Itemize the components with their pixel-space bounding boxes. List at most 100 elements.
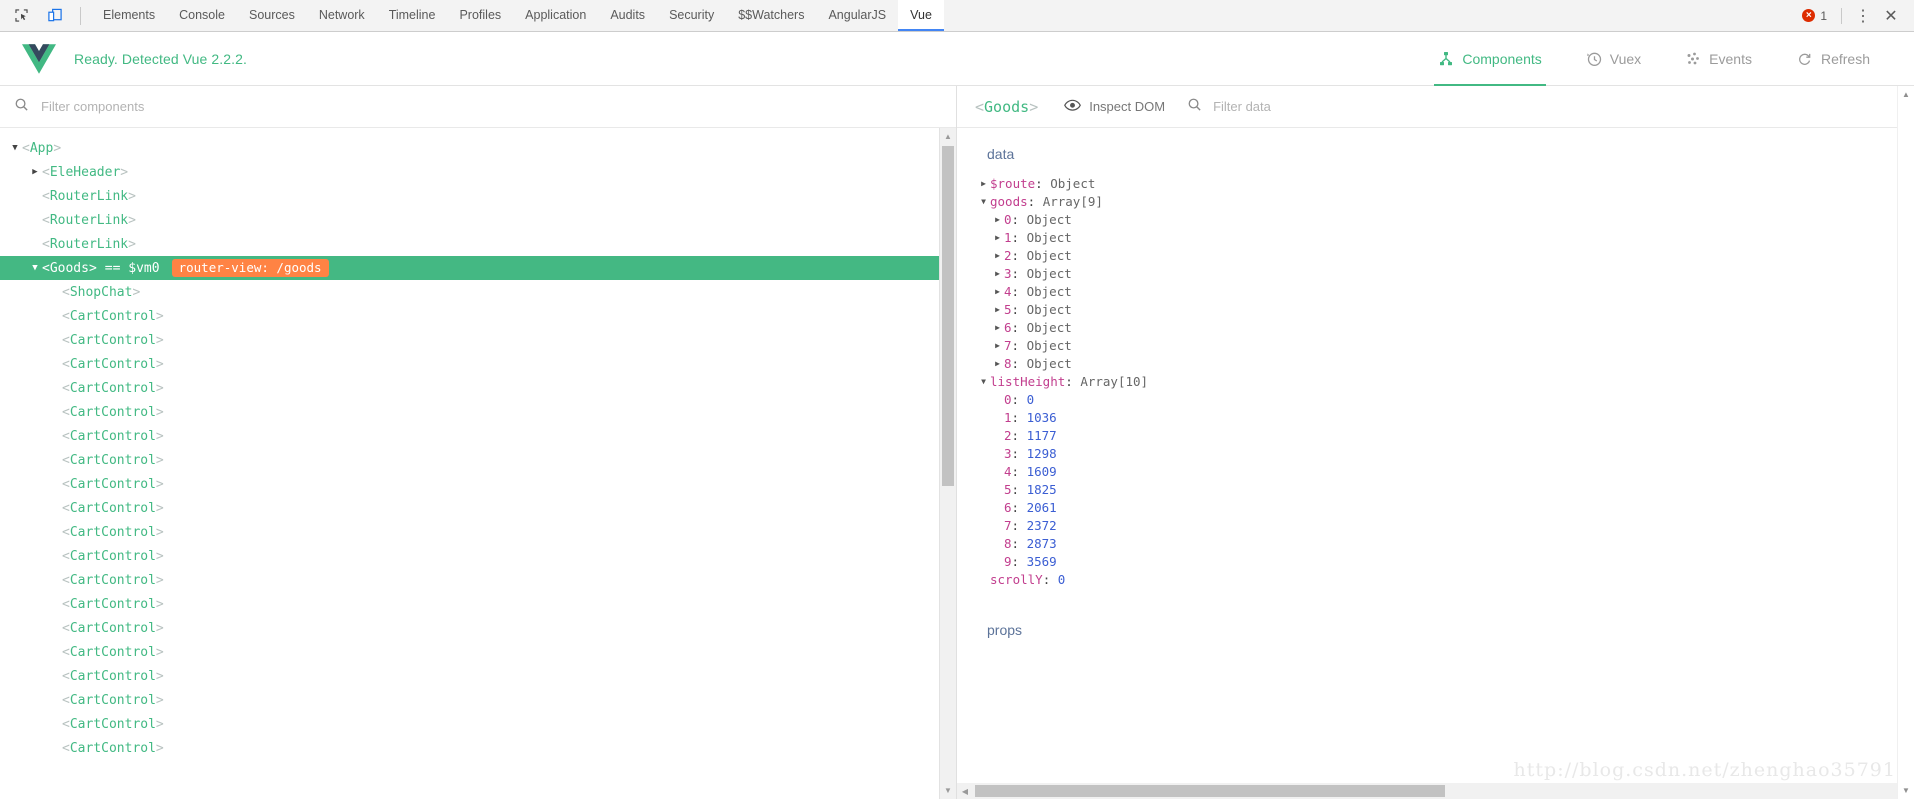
- chevron-right-icon[interactable]: ▶: [991, 305, 1004, 314]
- chevron-down-icon[interactable]: ▼: [977, 377, 990, 386]
- inspector-body[interactable]: data ▶ $route: Object ▼ goods: Array[9] ▶ 0: …: [957, 128, 1914, 799]
- tab-profiles[interactable]: Profiles: [447, 0, 513, 31]
- tab-application[interactable]: Application: [513, 0, 598, 31]
- data-row-1[interactable]: ▶1: 1036: [975, 408, 1914, 426]
- vue-nav-events[interactable]: Events: [1663, 32, 1774, 86]
- chevron-right-icon[interactable]: ▶: [991, 323, 1004, 332]
- tree-row-app[interactable]: ▼ <App>: [0, 136, 956, 160]
- inspect-dom-button[interactable]: Inspect DOM: [1064, 99, 1165, 115]
- inspector-hscrollbar-thumb[interactable]: [975, 785, 1445, 797]
- tree-row-routerlink[interactable]: ▶<RouterLink>: [0, 232, 956, 256]
- data-row-6[interactable]: ▶ 6: Object: [975, 318, 1914, 336]
- data-row-3[interactable]: ▶ 3: Object: [975, 264, 1914, 282]
- inspector-horizontal-scrollbar[interactable]: ◀: [957, 783, 1897, 799]
- data-row-0[interactable]: ▶ 0: Object: [975, 210, 1914, 228]
- tree-row-cartcontrol[interactable]: ▶<CartControl>: [0, 304, 956, 328]
- tree-row-cartcontrol[interactable]: ▶<CartControl>: [0, 400, 956, 424]
- data-row-4[interactable]: ▶4: 1609: [975, 462, 1914, 480]
- data-row-5[interactable]: ▶ 5: Object: [975, 300, 1914, 318]
- tree-row-cartcontrol[interactable]: ▶<CartControl>: [0, 472, 956, 496]
- vue-nav-components[interactable]: Components: [1416, 32, 1563, 86]
- tree-row-goods[interactable]: ▼ <Goods> == $vm0 router-view: /goods: [0, 256, 956, 280]
- chevron-right-icon[interactable]: ▶: [991, 359, 1004, 368]
- filter-components-input[interactable]: [41, 99, 942, 114]
- tab-audits[interactable]: Audits: [598, 0, 657, 31]
- device-toolbar-icon[interactable]: [42, 4, 68, 28]
- tree-row-cartcontrol[interactable]: ▶<CartControl>: [0, 592, 956, 616]
- error-count-badge[interactable]: × 1: [1796, 9, 1833, 23]
- chevron-down-icon[interactable]: ▼: [8, 143, 22, 153]
- tree-row-eleheader[interactable]: ▶ <EleHeader>: [0, 160, 956, 184]
- data-row-route[interactable]: ▶ $route: Object: [975, 174, 1914, 192]
- chevron-down-icon[interactable]: ▼: [977, 197, 990, 206]
- tree-row-routerlink[interactable]: ▶<RouterLink>: [0, 184, 956, 208]
- data-row-8[interactable]: ▶8: 2873: [975, 534, 1914, 552]
- tab-angularjs[interactable]: AngularJS: [816, 0, 898, 31]
- tree-scrollbar-thumb[interactable]: [942, 146, 954, 486]
- scroll-up-icon[interactable]: ▲: [940, 128, 956, 145]
- data-row-listHeight[interactable]: ▼ listHeight: Array[10]: [975, 372, 1914, 390]
- tab-timeline[interactable]: Timeline: [377, 0, 448, 31]
- tree-row-cartcontrol[interactable]: ▶<CartControl>: [0, 448, 956, 472]
- vue-nav-refresh[interactable]: Refresh: [1774, 32, 1892, 86]
- data-row-5[interactable]: ▶5: 1825: [975, 480, 1914, 498]
- tab-vue[interactable]: Vue: [898, 0, 944, 31]
- chevron-right-icon[interactable]: ▶: [991, 287, 1004, 296]
- inspect-element-icon[interactable]: [8, 4, 34, 28]
- tab-sources[interactable]: Sources: [237, 0, 307, 31]
- chevron-right-icon[interactable]: ▶: [991, 251, 1004, 260]
- more-options-icon[interactable]: ⋮: [1850, 4, 1876, 28]
- data-row-8[interactable]: ▶ 8: Object: [975, 354, 1914, 372]
- tab-console[interactable]: Console: [167, 0, 237, 31]
- chevron-right-icon[interactable]: ▶: [991, 269, 1004, 278]
- tree-row-cartcontrol[interactable]: ▶<CartControl>: [0, 664, 956, 688]
- filter-data-input[interactable]: [1213, 99, 1474, 114]
- tree-row-cartcontrol[interactable]: ▶<CartControl>: [0, 376, 956, 400]
- tree-row-routerlink[interactable]: ▶<RouterLink>: [0, 208, 956, 232]
- scroll-up-icon[interactable]: ▲: [1898, 86, 1914, 103]
- data-row-9[interactable]: ▶9: 3569: [975, 552, 1914, 570]
- tree-row-cartcontrol[interactable]: ▶<CartControl>: [0, 328, 956, 352]
- tree-row-cartcontrol[interactable]: ▶<CartControl>: [0, 616, 956, 640]
- scroll-down-icon[interactable]: ▼: [1898, 782, 1914, 799]
- chevron-right-icon[interactable]: ▶: [991, 215, 1004, 224]
- tree-row-cartcontrol[interactable]: ▶<CartControl>: [0, 736, 956, 760]
- data-row-7[interactable]: ▶ 7: Object: [975, 336, 1914, 354]
- data-row-3[interactable]: ▶3: 1298: [975, 444, 1914, 462]
- tree-row-cartcontrol[interactable]: ▶<CartControl>: [0, 712, 956, 736]
- tree-row-cartcontrol[interactable]: ▶<CartControl>: [0, 640, 956, 664]
- chevron-right-icon[interactable]: ▶: [991, 233, 1004, 242]
- tab-network[interactable]: Network: [307, 0, 377, 31]
- data-row-7[interactable]: ▶7: 2372: [975, 516, 1914, 534]
- tab-elements[interactable]: Elements: [91, 0, 167, 31]
- tree-row-cartcontrol[interactable]: ▶<CartControl>: [0, 688, 956, 712]
- scroll-down-icon[interactable]: ▼: [940, 782, 956, 799]
- data-row-1[interactable]: ▶ 1: Object: [975, 228, 1914, 246]
- data-row-2[interactable]: ▶ 2: Object: [975, 246, 1914, 264]
- data-row-2[interactable]: ▶2: 1177: [975, 426, 1914, 444]
- data-row-goods[interactable]: ▼ goods: Array[9]: [975, 192, 1914, 210]
- data-row-0[interactable]: ▶0: 0: [975, 390, 1914, 408]
- inspector-vertical-scrollbar[interactable]: ▲ ▼: [1897, 86, 1914, 799]
- chevron-right-icon[interactable]: ▶: [977, 179, 990, 188]
- tree-row-cartcontrol[interactable]: ▶<CartControl>: [0, 352, 956, 376]
- tree-row-shopchat[interactable]: ▶<ShopChat>: [0, 280, 956, 304]
- chevron-right-icon[interactable]: ▶: [991, 341, 1004, 350]
- tree-row-cartcontrol[interactable]: ▶<CartControl>: [0, 520, 956, 544]
- close-icon[interactable]: ✕: [1878, 4, 1904, 28]
- tree-row-cartcontrol[interactable]: ▶<CartControl>: [0, 544, 956, 568]
- data-row-scrollY[interactable]: ▶scrollY: 0: [975, 570, 1914, 588]
- scroll-left-icon[interactable]: ◀: [957, 787, 973, 796]
- chevron-right-icon[interactable]: ▶: [28, 167, 42, 177]
- tree-vertical-scrollbar[interactable]: ▲ ▼: [939, 128, 956, 799]
- tab-security[interactable]: Security: [657, 0, 726, 31]
- vue-nav-vuex[interactable]: Vuex: [1564, 32, 1663, 86]
- data-row-4[interactable]: ▶ 4: Object: [975, 282, 1914, 300]
- tab-watchers[interactable]: $$Watchers: [726, 0, 816, 31]
- tree-row-cartcontrol[interactable]: ▶<CartControl>: [0, 424, 956, 448]
- data-row-6[interactable]: ▶6: 2061: [975, 498, 1914, 516]
- component-tree-scroll[interactable]: ▼<App>▶<EleHeader>▶<RouterLink>▶<RouterL…: [0, 128, 956, 799]
- chevron-down-icon[interactable]: ▼: [28, 263, 42, 273]
- tree-row-cartcontrol[interactable]: ▶<CartControl>: [0, 496, 956, 520]
- tree-row-cartcontrol[interactable]: ▶<CartControl>: [0, 568, 956, 592]
